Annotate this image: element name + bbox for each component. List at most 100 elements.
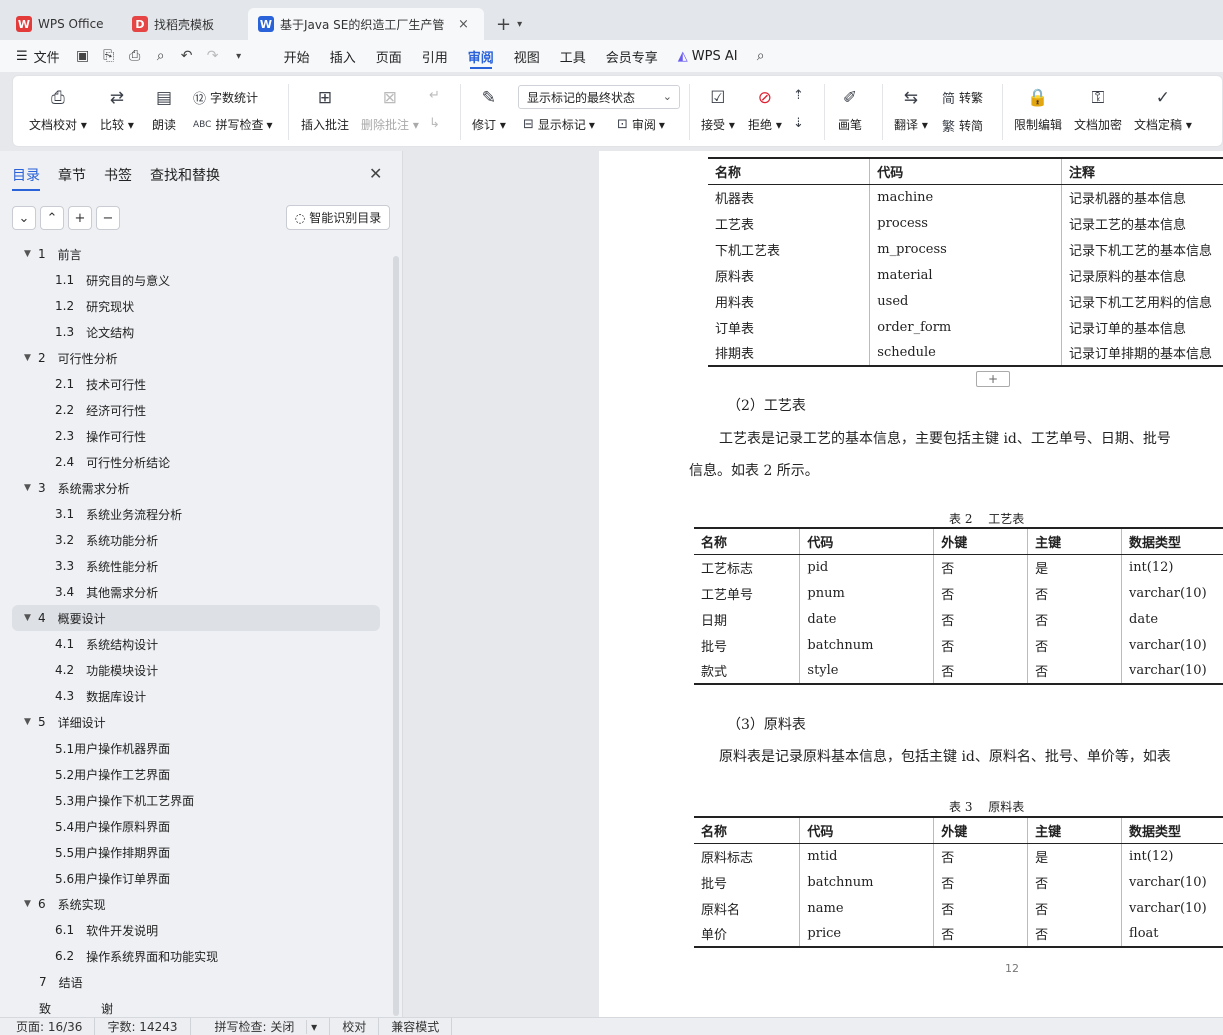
expand-triangle-icon[interactable]: ▼ (24, 613, 38, 623)
to-simplified-button[interactable]: 繁转简 (942, 116, 983, 135)
expand-triangle-icon[interactable]: ▼ (24, 353, 38, 363)
toc-item[interactable]: 7 结语 (0, 969, 392, 995)
smart-toc-button[interactable]: ◌ 智能识别目录 (286, 205, 390, 230)
tab-bookmarks[interactable]: 书签 (104, 165, 132, 185)
quick-access-chevron-icon[interactable]: ▾ (228, 45, 250, 67)
menu-tools[interactable]: 工具 (550, 40, 596, 72)
expand-triangle-icon[interactable]: ▼ (24, 483, 38, 493)
tab-wps-office[interactable]: W WPS Office (6, 8, 118, 40)
spell-check-button[interactable]: ABC 拼写检查 ▾ (193, 116, 273, 133)
toc-item[interactable]: 5.5用户操作排期界面 (0, 839, 392, 865)
toc-item[interactable]: ▼ 2 可行性分析 (0, 345, 392, 371)
doc-check-button[interactable]: ⎙ 文档校对 ▾ (29, 86, 87, 133)
wps-ai-button[interactable]: ◭ WPS AI (668, 40, 748, 72)
word-count-indicator[interactable]: 字数: 14243 (95, 1018, 191, 1035)
remove-heading-icon[interactable]: − (96, 206, 120, 230)
close-pane-icon[interactable]: ✕ (369, 164, 382, 183)
toc-item[interactable]: 5.1用户操作机器界面 (0, 735, 392, 761)
toc-item[interactable]: ▼ 5 详细设计 (0, 709, 392, 735)
toc-item[interactable]: 4.3 数据库设计 (0, 683, 392, 709)
share-icon[interactable]: ⎘ (98, 45, 120, 67)
toc-item[interactable]: ▼ 3 系统需求分析 (0, 475, 392, 501)
word-count-button[interactable]: ⑫ 字数统计 (193, 88, 258, 107)
expand-triangle-icon[interactable]: ▼ (24, 717, 38, 727)
file-menu[interactable]: ☰ 文件 (0, 40, 70, 72)
print-preview-icon[interactable]: ⌕ (150, 45, 172, 67)
toc-item[interactable]: 4.1 系统结构设计 (0, 631, 392, 657)
page-indicator[interactable]: 页面: 16/36 (0, 1018, 96, 1035)
finalize-document-button[interactable]: ✓ 文档定稿 ▾ (1134, 86, 1192, 133)
chevron-down-icon[interactable]: ▾ (517, 19, 522, 30)
markup-state-select[interactable]: 显示标记的最终状态 ⌄ (518, 85, 680, 109)
toc-item[interactable]: 1.2 研究现状 (0, 293, 392, 319)
toc-item[interactable]: 3.3 系统性能分析 (0, 553, 392, 579)
proofread-indicator[interactable]: 校对 (330, 1018, 380, 1035)
toc-item[interactable]: ▼ 4 概要设计 (12, 605, 380, 631)
toc-item[interactable]: 5.2用户操作工艺界面 (0, 761, 392, 787)
toc-item[interactable]: 4.2 功能模块设计 (0, 657, 392, 683)
spell-check-indicator[interactable]: 拼写检查: 关闭 ▾ (191, 1018, 331, 1035)
expand-icon[interactable]: ⌄ (12, 206, 36, 230)
menu-review[interactable]: 审阅 (458, 40, 504, 72)
undo-icon[interactable]: ↶ (176, 45, 198, 67)
collapse-icon[interactable]: ⌃ (40, 206, 64, 230)
track-changes-button[interactable]: ✎ 修订 ▾ (472, 86, 506, 133)
sidebar-scrollbar[interactable] (393, 256, 399, 1016)
compare-button[interactable]: ⇄ 比较 ▾ (100, 86, 134, 133)
menu-references[interactable]: 引用 (412, 40, 458, 72)
toc-item[interactable]: 2.1 技术可行性 (0, 371, 392, 397)
toc-item[interactable]: 致谢 (0, 995, 392, 1017)
save-icon[interactable]: ▣ (72, 45, 94, 67)
toc-item[interactable]: 5.4用户操作原料界面 (0, 813, 392, 839)
translate-button[interactable]: ⇆ 翻译 ▾ (894, 86, 928, 133)
previous-comment-button[interactable]: ↵ (429, 88, 444, 103)
toc-item[interactable]: ▼ 6 系统实现 (0, 891, 392, 917)
print-icon[interactable]: ⎙ (124, 45, 146, 67)
toc-item[interactable]: 2.3 操作可行性 (0, 423, 392, 449)
tab-docer-templates[interactable]: D 找稻壳模板 (122, 8, 244, 40)
show-markup-button[interactable]: ⊟ 显示标记 ▾ (523, 116, 595, 133)
insert-comment-button[interactable]: ⊞ 插入批注 (301, 86, 349, 133)
menu-page[interactable]: 页面 (366, 40, 412, 72)
expand-triangle-icon[interactable]: ▼ (24, 899, 38, 909)
toc-item[interactable]: 1.1 研究目的与意义 (0, 267, 392, 293)
read-aloud-button[interactable]: ▤ 朗读 (152, 86, 176, 133)
add-row-button[interactable]: + (976, 371, 1010, 387)
toc-item[interactable]: 2.2 经济可行性 (0, 397, 392, 423)
toc-item[interactable]: 6.1 软件开发说明 (0, 917, 392, 943)
delete-comment-button[interactable]: ⊠ 删除批注 ▾ (361, 86, 419, 133)
toc-item[interactable]: 6.2 操作系统界面和功能实现 (0, 943, 392, 969)
toc-item[interactable]: ▼ 1 前言 (0, 241, 392, 267)
toc-item[interactable]: 5.3用户操作下机工艺界面 (0, 787, 392, 813)
previous-change-button[interactable]: ⇡ (793, 88, 808, 103)
expand-triangle-icon[interactable]: ▼ (24, 249, 38, 259)
toc-item[interactable]: 2.4 可行性分析结论 (0, 449, 392, 475)
next-comment-button[interactable]: ↳ (429, 116, 444, 131)
toc-item[interactable]: 3.2 系统功能分析 (0, 527, 392, 553)
tab-toc[interactable]: 目录 (12, 165, 40, 191)
add-heading-icon[interactable]: + (68, 206, 92, 230)
menu-view[interactable]: 视图 (504, 40, 550, 72)
tab-find-replace[interactable]: 查找和替换 (150, 165, 220, 185)
next-change-button[interactable]: ⇣ (793, 116, 808, 131)
redo-icon[interactable]: ↷ (202, 45, 224, 67)
pen-button[interactable]: ✐ 画笔 (838, 86, 862, 133)
menu-member[interactable]: 会员专享 (596, 40, 668, 72)
toc-item[interactable]: 3.1 系统业务流程分析 (0, 501, 392, 527)
accept-button[interactable]: ☑ 接受 ▾ (701, 86, 735, 133)
menu-insert[interactable]: 插入 (320, 40, 366, 72)
encrypt-document-button[interactable]: ⚿ 文档加密 (1074, 86, 1122, 133)
search-icon[interactable]: ⌕ (750, 45, 772, 67)
toc-item[interactable]: 3.4 其他需求分析 (0, 579, 392, 605)
menu-home[interactable]: 开始 (274, 40, 320, 72)
tab-current-document[interactable]: W 基于Java SE的织造工厂生产管 × (248, 8, 484, 40)
reject-button[interactable]: ⊘ 拒绝 ▾ (748, 86, 782, 133)
to-traditional-button[interactable]: 简转繁 (942, 88, 983, 107)
reviewing-pane-button[interactable]: ⊡ 审阅 ▾ (617, 116, 665, 133)
restrict-editing-button[interactable]: 🔒 限制编辑 (1014, 86, 1062, 133)
toc-item[interactable]: 1.3 论文结构 (0, 319, 392, 345)
toc-item[interactable]: 5.6用户操作订单界面 (0, 865, 392, 891)
new-tab-button[interactable]: + ▾ (488, 8, 530, 40)
close-tab-icon[interactable]: × (458, 17, 469, 32)
tab-chapters[interactable]: 章节 (58, 165, 86, 185)
